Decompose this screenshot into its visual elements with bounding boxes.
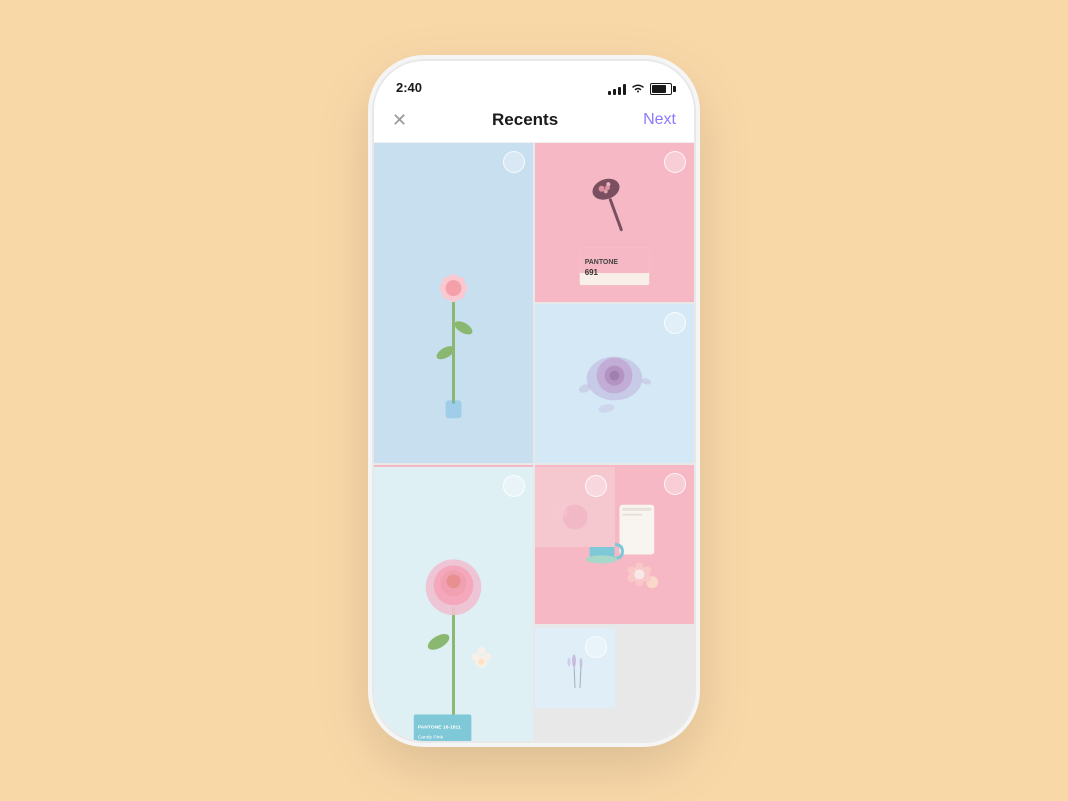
phone-mockup: 2:40 ✕ Recents: [374, 61, 694, 741]
wifi-icon: [631, 83, 645, 94]
photo-cell-6[interactable]: PANTONE 16-1811 Candy Pink: [374, 467, 533, 741]
svg-text:PANTONE: PANTONE: [585, 259, 619, 266]
next-button[interactable]: Next: [643, 111, 676, 129]
status-icons: [608, 83, 672, 95]
select-circle-8[interactable]: [585, 636, 607, 658]
svg-text:691: 691: [585, 268, 599, 277]
photo-cell-1[interactable]: [374, 143, 533, 463]
select-circle-7[interactable]: [585, 475, 607, 497]
select-circle-5[interactable]: [664, 473, 686, 495]
svg-text:PANTONE 16-1811: PANTONE 16-1811: [418, 724, 461, 730]
photo-cell-2[interactable]: PANTONE 691: [535, 143, 694, 302]
page-title: Recents: [492, 110, 558, 130]
select-circle-2[interactable]: [664, 151, 686, 173]
select-circle-3[interactable]: [664, 312, 686, 334]
photo-grid: PANTONE 691: [374, 143, 694, 741]
signal-icon: [608, 83, 626, 95]
battery-icon: [650, 83, 672, 95]
photo-cell-3[interactable]: [535, 304, 694, 463]
photo-cell-8[interactable]: [535, 628, 615, 708]
status-bar: 2:40: [374, 61, 694, 99]
select-circle-6[interactable]: [503, 475, 525, 497]
status-time: 2:40: [396, 80, 422, 95]
close-button[interactable]: ✕: [392, 110, 407, 131]
phone-screen: 2:40 ✕ Recents: [374, 61, 694, 741]
select-circle-1[interactable]: [503, 151, 525, 173]
nav-bar: ✕ Recents Next: [374, 99, 694, 143]
photo-cell-7[interactable]: [535, 467, 615, 547]
svg-text:Candy Pink: Candy Pink: [418, 734, 444, 740]
